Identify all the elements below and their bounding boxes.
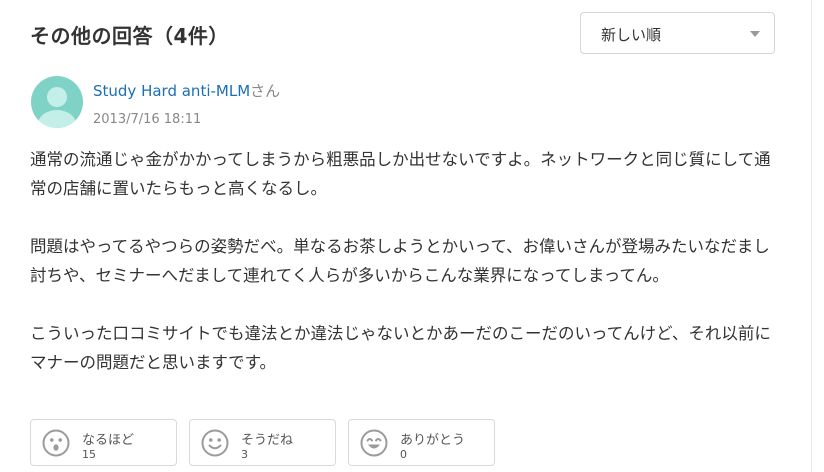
reaction-label: ありがとう [400, 433, 466, 448]
reaction-count: 0 [400, 448, 407, 461]
post-timestamp: 2013/7/16 18:11 [93, 112, 202, 127]
answer-paragraph: 通常の流通じゃ金がかかってしまうから粗悪品しか出せないですよ。ネットワークと同じ… [30, 150, 771, 198]
user-avatar-icon[interactable] [31, 76, 83, 128]
reaction-button-naruhodo[interactable]: なるほど 15 [30, 419, 177, 466]
reaction-label: そうだね [241, 433, 294, 448]
user-name-link[interactable]: Study Hard anti-MLM [93, 82, 250, 100]
reaction-count: 15 [82, 448, 96, 461]
reaction-button-arigatou[interactable]: ありがとう 0 [348, 419, 495, 466]
answer-text: 通常の流通じゃ金がかかってしまうから粗悪品しか出せないですよ。ネットワークと同じ… [30, 145, 778, 406]
answers-section: その他の回答（4件） 新しい順 Study Hard anti-MLMさん 20… [0, 0, 824, 472]
sort-order-value: 新しい順 [601, 26, 662, 44]
reaction-label: なるほど [82, 433, 135, 448]
chevron-down-icon [750, 31, 760, 37]
answer-author: Study Hard anti-MLMさん [93, 80, 280, 101]
reaction-button-soudane[interactable]: そうだね 3 [189, 419, 336, 466]
scrollbar-divider [811, 0, 812, 472]
reaction-count: 3 [241, 448, 248, 461]
section-title: その他の回答（4件） [30, 24, 229, 48]
sort-order-select[interactable]: 新しい順 [580, 12, 775, 54]
user-honorific: さん [250, 82, 281, 100]
answer-paragraph: こういった口コミサイトでも違法とか違法じゃないとかあーだのこーだのいってんけど、… [30, 324, 771, 372]
smiling-face-icon [201, 429, 229, 457]
surprised-face-icon [42, 429, 70, 457]
answer-paragraph: 問題はやってるやつらの姿勢だべ。単なるお茶しようとかいって、お偉いさんが登場みた… [30, 237, 770, 285]
grinning-face-icon [360, 429, 388, 457]
